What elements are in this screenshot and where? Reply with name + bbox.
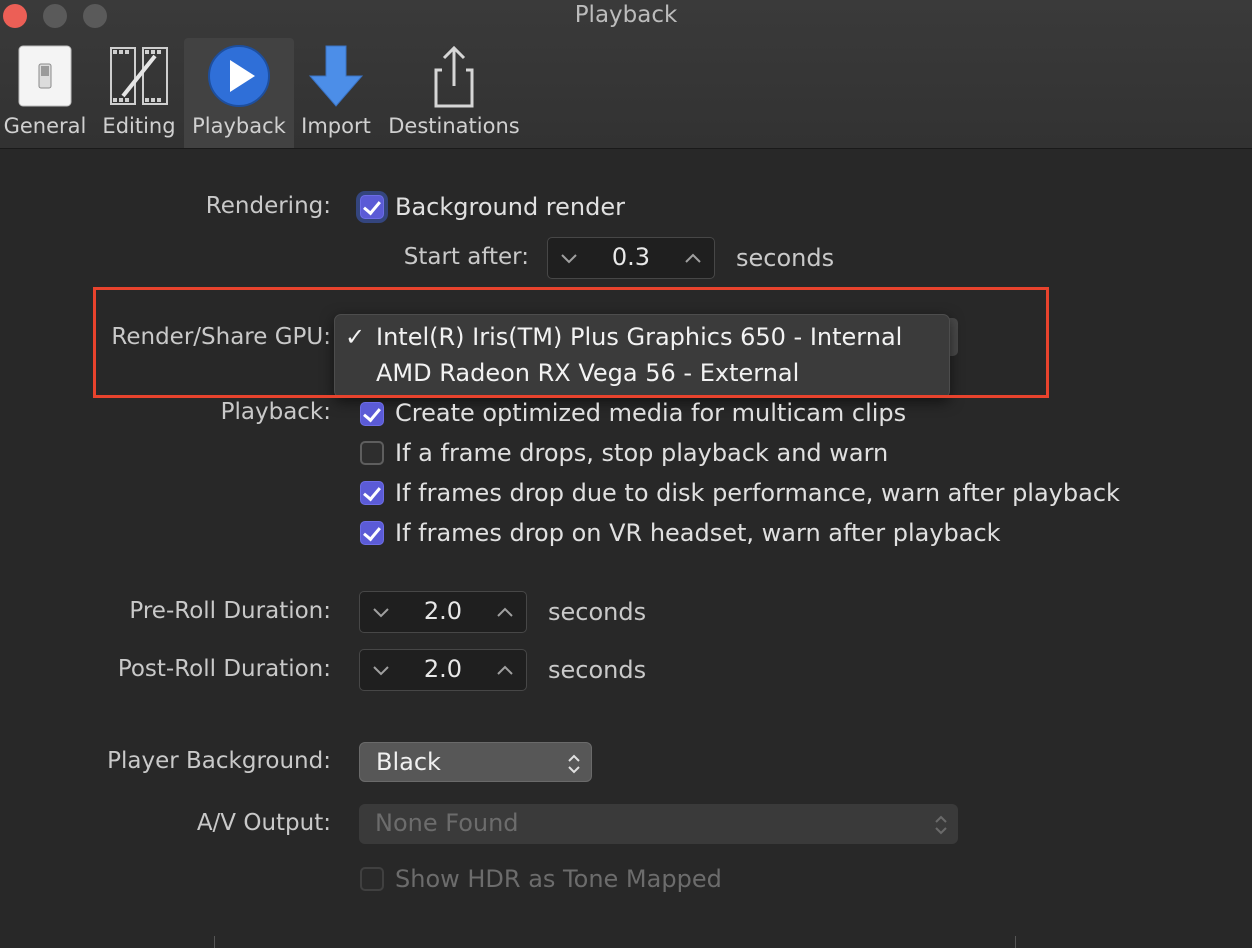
disk-performance-warn-label: If frames drop due to disk performance, … bbox=[395, 479, 1120, 507]
general-switch-icon bbox=[18, 45, 72, 107]
av-output-label: A/V Output: bbox=[196, 810, 331, 836]
vr-headset-warn-label: If frames drop on VR headset, warn after… bbox=[395, 519, 1001, 547]
post-roll-unit: seconds bbox=[548, 656, 647, 684]
tab-general[interactable]: General bbox=[2, 38, 88, 148]
av-output-popup[interactable]: None Found bbox=[359, 804, 958, 844]
tab-destinations-label: Destinations bbox=[388, 114, 520, 138]
background-render-label: Background render bbox=[395, 193, 625, 221]
tab-playback-label: Playback bbox=[192, 114, 286, 138]
window-toolbar: Playback General Editing Playback Import… bbox=[0, 0, 1252, 149]
player-background-label: Player Background: bbox=[107, 748, 331, 774]
chevron-up-icon[interactable] bbox=[682, 247, 704, 269]
rendering-label: Rendering: bbox=[205, 193, 331, 219]
chevron-up-icon[interactable] bbox=[494, 601, 516, 623]
window-title: Playback bbox=[574, 2, 678, 28]
tab-editing-label: Editing bbox=[102, 114, 176, 138]
tab-playback[interactable]: Playback bbox=[184, 38, 294, 148]
pre-roll-stepper[interactable]: 2.0 bbox=[359, 591, 527, 633]
tab-destinations[interactable]: Destinations bbox=[384, 38, 524, 148]
post-roll-stepper[interactable]: 2.0 bbox=[359, 649, 527, 691]
tab-general-label: General bbox=[3, 114, 87, 138]
share-icon bbox=[434, 45, 474, 108]
start-after-label: Start after: bbox=[403, 244, 529, 270]
frame-drop-stop-checkbox[interactable] bbox=[360, 441, 384, 465]
pre-roll-label: Pre-Roll Duration: bbox=[129, 598, 331, 624]
film-strip-icon bbox=[110, 47, 168, 105]
pre-roll-unit: seconds bbox=[548, 598, 647, 626]
start-after-stepper[interactable]: 0.3 bbox=[547, 237, 715, 279]
chevron-up-icon[interactable] bbox=[494, 659, 516, 681]
hdr-tone-mapped-label: Show HDR as Tone Mapped bbox=[395, 865, 722, 893]
disk-performance-warn-checkbox[interactable] bbox=[360, 481, 384, 505]
multicam-optimized-label: Create optimized media for multicam clip… bbox=[395, 399, 907, 427]
start-after-unit: seconds bbox=[736, 244, 835, 272]
vr-headset-warn-checkbox[interactable] bbox=[360, 521, 384, 545]
background-render-checkbox[interactable] bbox=[360, 195, 384, 219]
up-down-chevron-icon bbox=[568, 754, 580, 774]
hdr-tone-mapped-checkbox[interactable] bbox=[360, 867, 384, 891]
player-background-value: Black bbox=[376, 748, 441, 776]
av-output-value: None Found bbox=[375, 809, 519, 837]
frame-drop-stop-label: If a frame drops, stop playback and warn bbox=[395, 439, 889, 467]
import-arrow-icon bbox=[308, 45, 364, 107]
multicam-optimized-checkbox[interactable] bbox=[360, 402, 384, 426]
tab-editing[interactable]: Editing bbox=[96, 38, 182, 148]
playback-label: Playback: bbox=[220, 399, 331, 425]
player-background-popup[interactable]: Black bbox=[359, 742, 592, 782]
tab-import[interactable]: Import bbox=[296, 38, 376, 148]
post-roll-label: Post-Roll Duration: bbox=[117, 656, 331, 682]
highlight-annotation-box bbox=[93, 287, 1049, 398]
play-icon bbox=[208, 45, 270, 107]
tab-import-label: Import bbox=[301, 114, 371, 138]
window-bottom-edge bbox=[214, 936, 1016, 948]
up-down-chevron-icon bbox=[935, 815, 947, 835]
